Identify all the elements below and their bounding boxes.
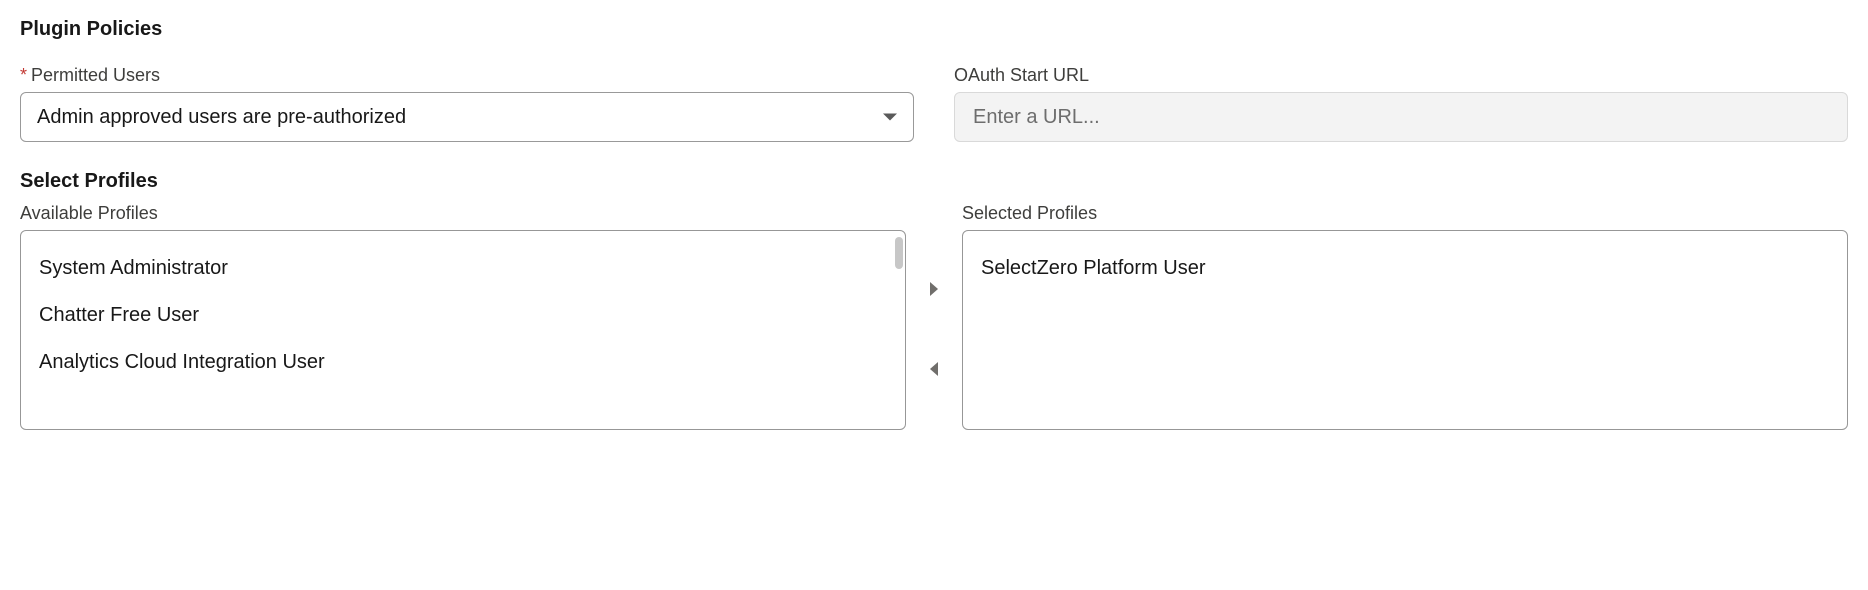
available-profiles-label: Available Profiles bbox=[20, 203, 906, 224]
section-title: Plugin Policies bbox=[20, 18, 1848, 41]
oauth-url-label: OAuth Start URL bbox=[954, 65, 1089, 85]
oauth-url-input[interactable] bbox=[954, 92, 1848, 142]
selected-profiles-listbox[interactable]: SelectZero Platform User bbox=[962, 230, 1848, 430]
required-asterisk: * bbox=[20, 65, 27, 85]
permitted-users-value: Admin approved users are pre-authorized bbox=[37, 106, 406, 129]
list-item[interactable]: SelectZero Platform User bbox=[963, 245, 1847, 292]
list-item[interactable]: Analytics Cloud Integration User bbox=[21, 339, 893, 386]
permitted-users-select[interactable]: Admin approved users are pre-authorized bbox=[20, 92, 914, 142]
scrollbar[interactable] bbox=[893, 231, 905, 429]
list-item[interactable]: System Administrator bbox=[21, 245, 893, 292]
selected-profiles-label: Selected Profiles bbox=[962, 203, 1848, 224]
available-profiles-listbox[interactable]: System Administrator Chatter Free User A… bbox=[20, 230, 906, 430]
chevron-right-icon bbox=[928, 281, 940, 297]
move-left-button[interactable] bbox=[922, 357, 946, 381]
chevron-left-icon bbox=[928, 361, 940, 377]
permitted-users-label: Permitted Users bbox=[31, 65, 160, 85]
list-item[interactable]: Chatter Free User bbox=[21, 292, 893, 339]
select-profiles-title: Select Profiles bbox=[20, 170, 1848, 193]
scrollbar-thumb[interactable] bbox=[895, 237, 903, 269]
move-right-button[interactable] bbox=[922, 277, 946, 301]
